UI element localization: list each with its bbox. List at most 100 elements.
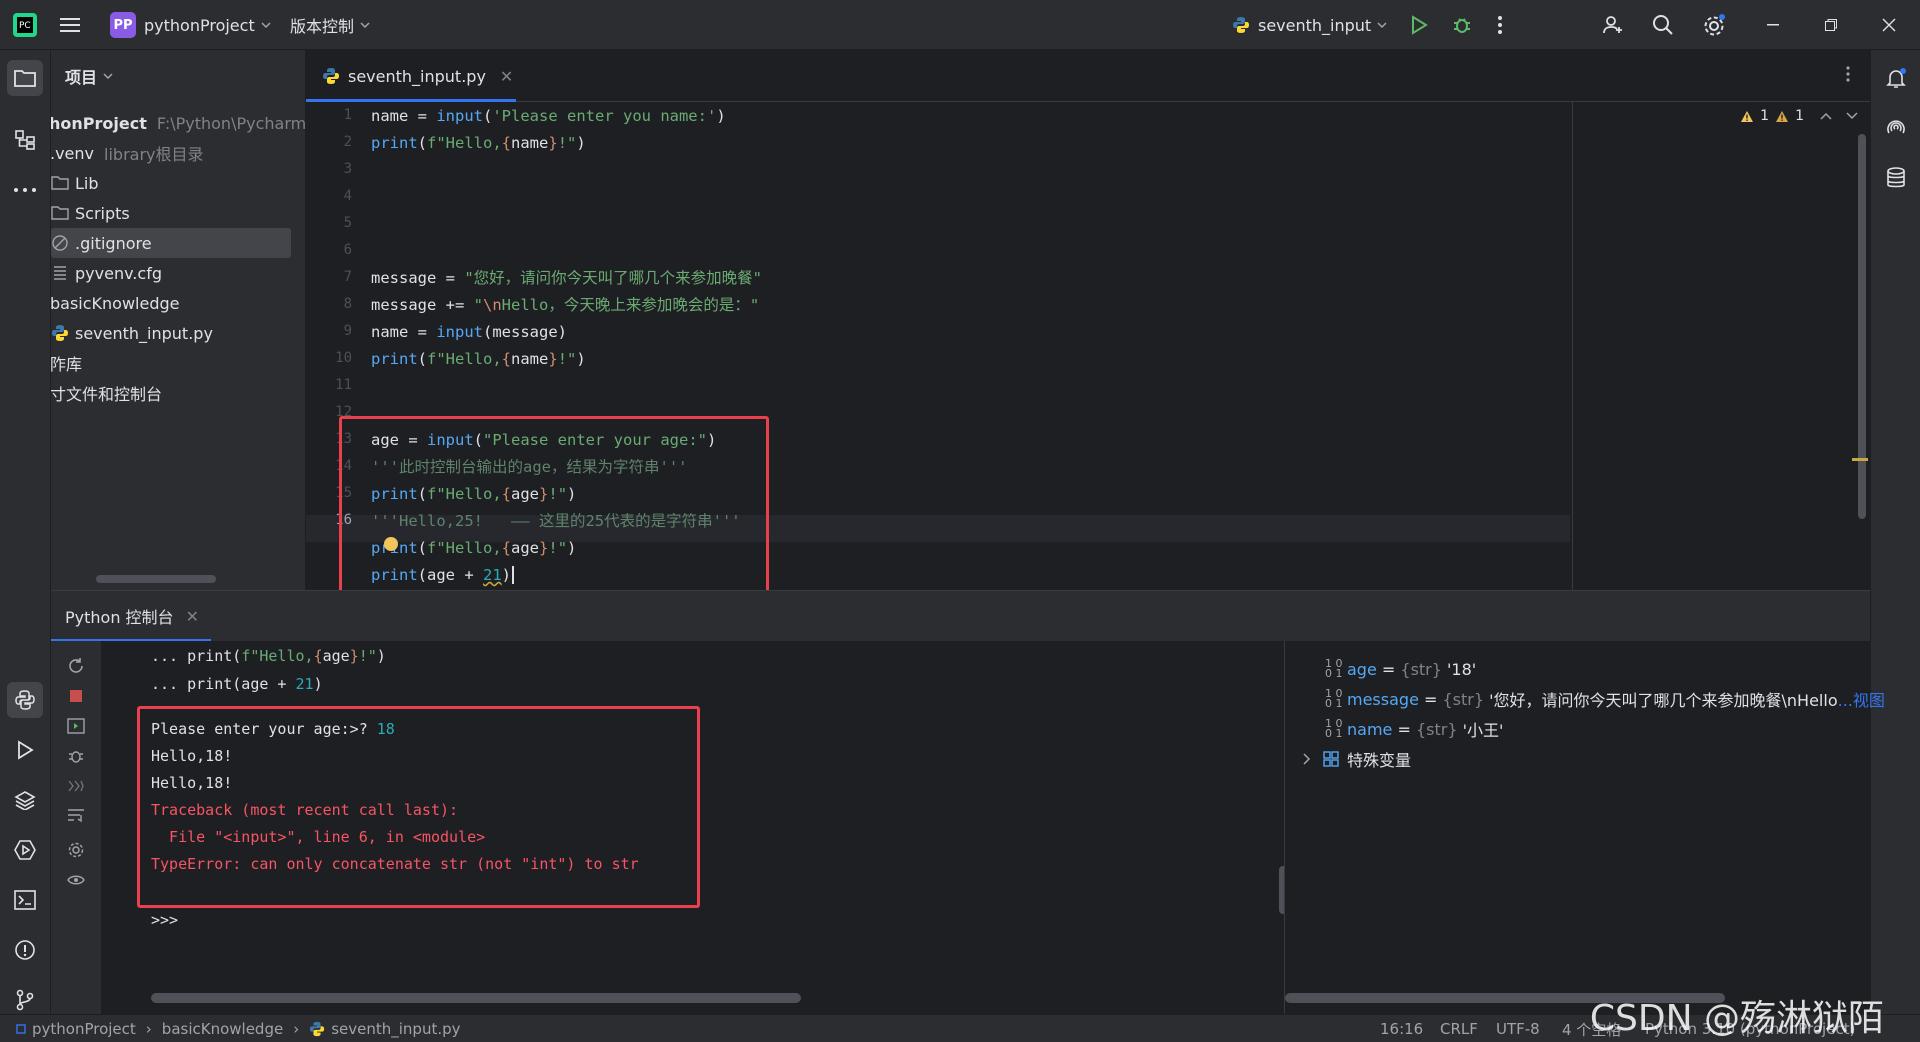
restore-icon[interactable] <box>1806 0 1856 50</box>
variable-row-age[interactable]: 1 00 1 age = {str} '18' <box>1325 655 1476 683</box>
tab-options-icon[interactable] <box>1846 66 1850 86</box>
console-hscrollbar[interactable] <box>151 993 801 1003</box>
app-logo-icon[interactable]: PC <box>12 0 38 50</box>
project-tool-button[interactable] <box>0 56 50 100</box>
tree-item-label: basicKnowledge <box>51 293 180 313</box>
python-console-tool-button[interactable] <box>0 678 50 722</box>
chevron-down-icon <box>360 22 370 28</box>
code-line-6[interactable]: message += "\nHello，今天晚上来参加晚会的是：" <box>371 292 759 319</box>
services-tool-button[interactable] <box>0 828 50 872</box>
project-panel-header[interactable]: 项目 <box>65 64 113 88</box>
line-number[interactable]: 3 <box>312 161 352 177</box>
more-tools-icon[interactable] <box>0 168 50 212</box>
inspection-widget[interactable]: 1 1 <box>1740 108 1858 124</box>
tab-python-console[interactable]: Python 控制台 ✕ <box>65 591 199 641</box>
variable-group-special[interactable]: 特殊变量 <box>1303 745 1411 773</box>
breadcrumb-item[interactable]: seventh_input.py <box>331 1020 460 1038</box>
variable-type-icon: 1 00 1 <box>1325 657 1343 680</box>
editor-tab-bar: seventh_input.py ✕ <box>306 50 1870 102</box>
history-icon[interactable] <box>51 771 101 801</box>
layers-tool-button[interactable] <box>0 778 50 822</box>
chevron-up-icon[interactable] <box>1820 112 1832 120</box>
project-selector[interactable]: PP pythonProject <box>110 0 271 50</box>
run-config-selector[interactable]: seventh_input <box>1232 0 1387 50</box>
debug-button[interactable] <box>1452 0 1472 50</box>
structure-tool-button[interactable] <box>0 118 50 162</box>
view-link[interactable]: ...视图 <box>1838 687 1885 711</box>
add-user-icon[interactable] <box>1602 0 1624 50</box>
svg-text:PC: PC <box>19 21 31 31</box>
line-number[interactable]: 7 <box>312 269 352 285</box>
chevron-down-icon <box>261 22 271 28</box>
soft-wrap-icon[interactable] <box>51 801 101 831</box>
minimize-icon[interactable] <box>1748 0 1798 50</box>
annotation-box-editor <box>339 416 769 607</box>
code-line-8[interactable]: print(f"Hello,{name}!") <box>371 346 586 373</box>
debug-icon[interactable] <box>51 741 101 771</box>
ai-assistant-icon[interactable] <box>1871 106 1920 150</box>
editor-scrollbar[interactable] <box>1858 134 1866 519</box>
chevron-down-icon[interactable] <box>1846 112 1858 120</box>
python-file-icon <box>310 1021 325 1037</box>
show-variables-eye-icon[interactable] <box>51 865 101 895</box>
line-number[interactable]: 9 <box>312 323 352 339</box>
database-icon[interactable] <box>1871 156 1920 200</box>
breadcrumb-item[interactable]: basicKnowledge <box>162 1020 283 1038</box>
vcs-menu[interactable]: 版本控制 <box>290 0 370 50</box>
tree-item-scratches[interactable]: 寸文件和控制台 <box>51 378 305 408</box>
structure-icon <box>15 130 35 150</box>
tab-label: seventh_input.py <box>348 66 486 86</box>
tree-item-gitignore[interactable]: .gitignore <box>51 228 291 258</box>
rerun-icon[interactable] <box>51 651 101 681</box>
console-line: ... print(age + 21) <box>151 675 323 693</box>
console-toolbar <box>51 641 101 1015</box>
line-separator[interactable]: CRLF <box>1440 1015 1478 1042</box>
line-number[interactable]: 1 <box>312 107 352 123</box>
tree-item-basicknowledge[interactable]: basicKnowledge <box>51 288 305 318</box>
run-button[interactable] <box>1410 0 1428 50</box>
more-actions-icon[interactable] <box>1498 0 1502 50</box>
tree-item-project-root[interactable]: honProject F:\Python\PycharmP <box>51 108 305 138</box>
project-panel-scrollbar[interactable] <box>96 575 216 583</box>
notifications-bell-icon[interactable] <box>1871 56 1920 100</box>
terminal-tool-button[interactable] <box>0 878 50 922</box>
tree-item-venv[interactable]: .venv library根目录 <box>51 138 305 168</box>
line-number[interactable]: 8 <box>312 296 352 312</box>
problems-tool-button[interactable] <box>0 928 50 972</box>
run-tool-button[interactable] <box>0 728 50 772</box>
settings-gear-icon[interactable] <box>51 835 101 865</box>
caret-position[interactable]: 16:16 <box>1380 1015 1423 1042</box>
line-number[interactable]: 5 <box>312 215 352 231</box>
tree-item-lib[interactable]: Lib <box>51 168 305 198</box>
code-line-7[interactable]: name = input(message) <box>371 319 567 346</box>
close-tab-icon[interactable]: ✕ <box>500 67 513 86</box>
console-output[interactable]: ... print(f"Hello,{age}!") ... print(age… <box>101 641 1326 1015</box>
stop-icon[interactable] <box>51 681 101 711</box>
line-number[interactable]: 6 <box>312 242 352 258</box>
code-line-1[interactable]: name = input('Please enter you name:') <box>371 103 726 130</box>
close-icon[interactable] <box>1864 0 1914 50</box>
tree-item-seventh-input[interactable]: seventh_input.py <box>51 318 305 348</box>
search-icon[interactable] <box>1652 0 1674 50</box>
variable-row-message[interactable]: 1 00 1 message = {str} '您好，请问你今天叫了哪几个来参加… <box>1325 685 1885 713</box>
file-encoding[interactable]: UTF-8 <box>1496 1015 1540 1042</box>
line-number[interactable]: 2 <box>312 134 352 150</box>
warning-marker <box>1852 458 1868 461</box>
line-number[interactable]: 4 <box>312 188 352 204</box>
tab-seventh-input[interactable]: seventh_input.py ✕ <box>306 50 516 102</box>
tree-item-pyvenv[interactable]: pyvenv.cfg <box>51 258 305 288</box>
code-line-5[interactable]: message = "您好，请问你今天叫了哪几个来参加晚餐" <box>371 265 762 292</box>
settings-gear-icon[interactable] <box>1702 0 1726 50</box>
tree-item-external-libraries[interactable]: 阼库 <box>51 348 305 378</box>
close-tab-icon[interactable]: ✕ <box>186 607 199 626</box>
breadcrumb-item[interactable]: pythonProject <box>32 1020 136 1038</box>
left-tool-strip <box>0 50 51 1014</box>
tree-item-scripts[interactable]: Scripts <box>51 198 305 228</box>
console-input-prompt[interactable]: >>> <box>151 911 178 929</box>
line-number[interactable]: 10 <box>312 350 352 366</box>
code-line-2[interactable]: print(f"Hello,{name}!") <box>371 130 586 157</box>
execute-icon[interactable] <box>51 711 101 741</box>
main-menu-icon[interactable] <box>60 0 80 50</box>
variable-row-name[interactable]: 1 00 1 name = {str} '小王' <box>1325 715 1503 743</box>
line-number[interactable]: 11 <box>312 377 352 393</box>
